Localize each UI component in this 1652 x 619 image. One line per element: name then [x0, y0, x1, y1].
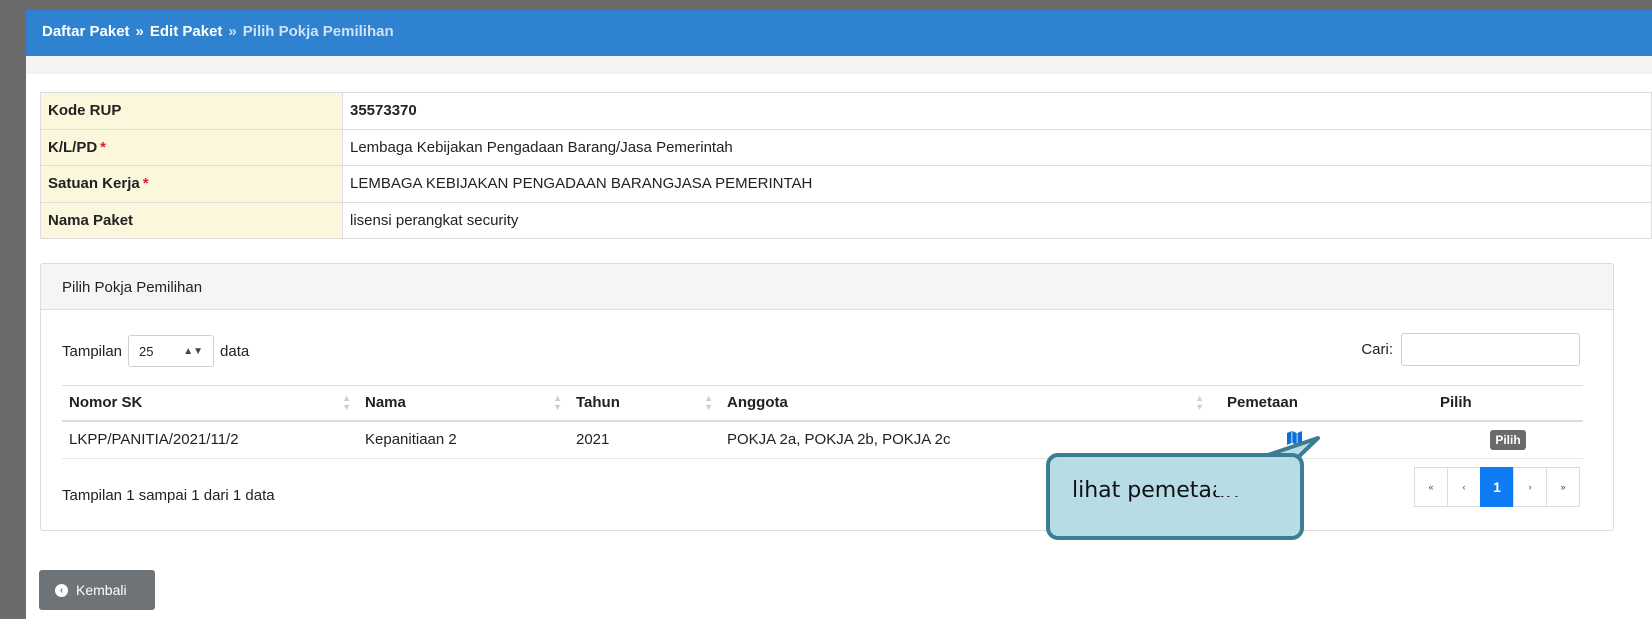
pager-first[interactable]: « — [1414, 467, 1448, 507]
callout-text: lihat pemetaan — [1072, 478, 1240, 503]
pagination: « ‹ 1 › » — [1414, 467, 1580, 507]
length-suffix: data — [220, 342, 250, 360]
info-label: Nama Paket — [40, 201, 343, 239]
package-info-table: Kode RUP 35573370 K/L/PD * Lembaga Kebija… — [40, 92, 1652, 239]
required-marker: * — [100, 138, 107, 156]
breadcrumb-separator: » — [135, 23, 144, 40]
cell-pilih: Pilih — [1433, 420, 1583, 459]
info-value: 35573370 — [342, 92, 1652, 130]
info-value: Lembaga Kebijakan Pengadaan Barang/Jasa … — [342, 128, 1652, 166]
info-row-satuan-kerja: Satuan Kerja * LEMBAGA KEBIJAKAN PENGADAA… — [40, 165, 1652, 203]
required-marker: * — [142, 175, 149, 193]
breadcrumb-link-edit-paket[interactable]: Edit Paket — [150, 23, 223, 40]
info-label: K/L/PD * — [40, 128, 343, 166]
pager-next[interactable]: › — [1513, 467, 1547, 507]
col-tahun[interactable]: Tahun ▲ ▼ — [569, 385, 720, 422]
sort-icon: ▲ ▼ — [704, 393, 713, 412]
length-control: Tampilan 25 ▲▼ data — [62, 335, 249, 367]
breadcrumb-separator: » — [228, 23, 237, 40]
sort-icon: ▲ ▼ — [342, 393, 351, 412]
pager-current[interactable]: 1 — [1480, 467, 1514, 507]
info-row-kode-rup: Kode RUP 35573370 — [40, 92, 1652, 130]
info-row-klpd: K/L/PD * Lembaga Kebijakan Pengadaan Bara… — [40, 128, 1652, 166]
info-label: Kode RUP — [40, 92, 343, 130]
col-pilih: Pilih — [1433, 385, 1583, 422]
col-anggota[interactable]: Anggota ▲ ▼ — [720, 385, 1211, 422]
table-row: LKPP/PANITIA/2021/11/2 Kepanitiaan 2 202… — [62, 420, 1583, 459]
pokja-panel: Pilih Pokja Pemilihan Tampilan 25 ▲▼ dat… — [40, 263, 1614, 531]
back-button[interactable]: ‹ Kembali — [39, 570, 155, 610]
col-nomor-sk[interactable]: Nomor SK ▲ ▼ — [62, 385, 358, 422]
search-control: Cari: — [1361, 333, 1580, 366]
search-input[interactable] — [1401, 333, 1580, 366]
col-nama[interactable]: Nama ▲ ▼ — [358, 385, 569, 422]
callout-annotation: lihat pemetaan — [1046, 453, 1304, 540]
breadcrumb: Daftar Paket » Edit Paket » Pilih Pokja Pemi… — [26, 10, 1652, 56]
cell-nama: Kepanitiaan 2 — [358, 420, 569, 459]
col-pemetaan: Pemetaan — [1211, 385, 1433, 422]
panel-title: Pilih Pokja Pemilihan — [41, 264, 1613, 310]
cell-tahun: 2021 — [569, 420, 720, 459]
table-info: Tampilan 1 sampai 1 dari 1 data — [62, 487, 275, 504]
breadcrumb-current: Pilih Pokja Pemilihan — [242, 23, 394, 40]
info-value: LEMBAGA KEBIJAKAN PENGADAAN BARANGJASA P… — [342, 165, 1652, 203]
length-select[interactable]: 25 ▲▼ — [128, 335, 215, 367]
sort-icon: ▲ ▼ — [1195, 393, 1204, 412]
search-label: Cari: — [1361, 341, 1393, 358]
table-header: Nomor SK ▲ ▼ Nama ▲ ▼ Tahun ▲ ▼ Anggota ▲ ▼ Peme… — [62, 385, 1583, 422]
info-label: Satuan Kerja * — [40, 165, 343, 203]
map-icon[interactable] — [1287, 430, 1302, 449]
breadcrumb-link-daftar-paket[interactable]: Daftar Paket — [42, 23, 130, 40]
back-arrow-icon: ‹ — [55, 583, 68, 597]
pokja-table: Nomor SK ▲ ▼ Nama ▲ ▼ Tahun ▲ ▼ Anggota ▲ ▼ Peme… — [62, 385, 1583, 459]
cell-nomor-sk: LKPP/PANITIA/2021/11/2 — [62, 420, 358, 459]
pilih-button[interactable]: Pilih — [1490, 429, 1526, 450]
info-value: lisensi perangkat security — [342, 201, 1652, 239]
updown-arrow-icon: ▲▼ — [183, 345, 204, 357]
sort-icon: ▲ ▼ — [553, 393, 562, 412]
header-strip — [26, 56, 1652, 74]
pager-last[interactable]: » — [1546, 467, 1580, 507]
info-row-nama-paket: Nama Paket lisensi perangkat security — [40, 201, 1652, 239]
length-prefix: Tampilan — [62, 342, 123, 360]
page: Daftar Paket» Edit Paket» Pilih Pokja Pemi… — [26, 10, 1652, 619]
pager-prev[interactable]: ‹ — [1447, 467, 1481, 507]
